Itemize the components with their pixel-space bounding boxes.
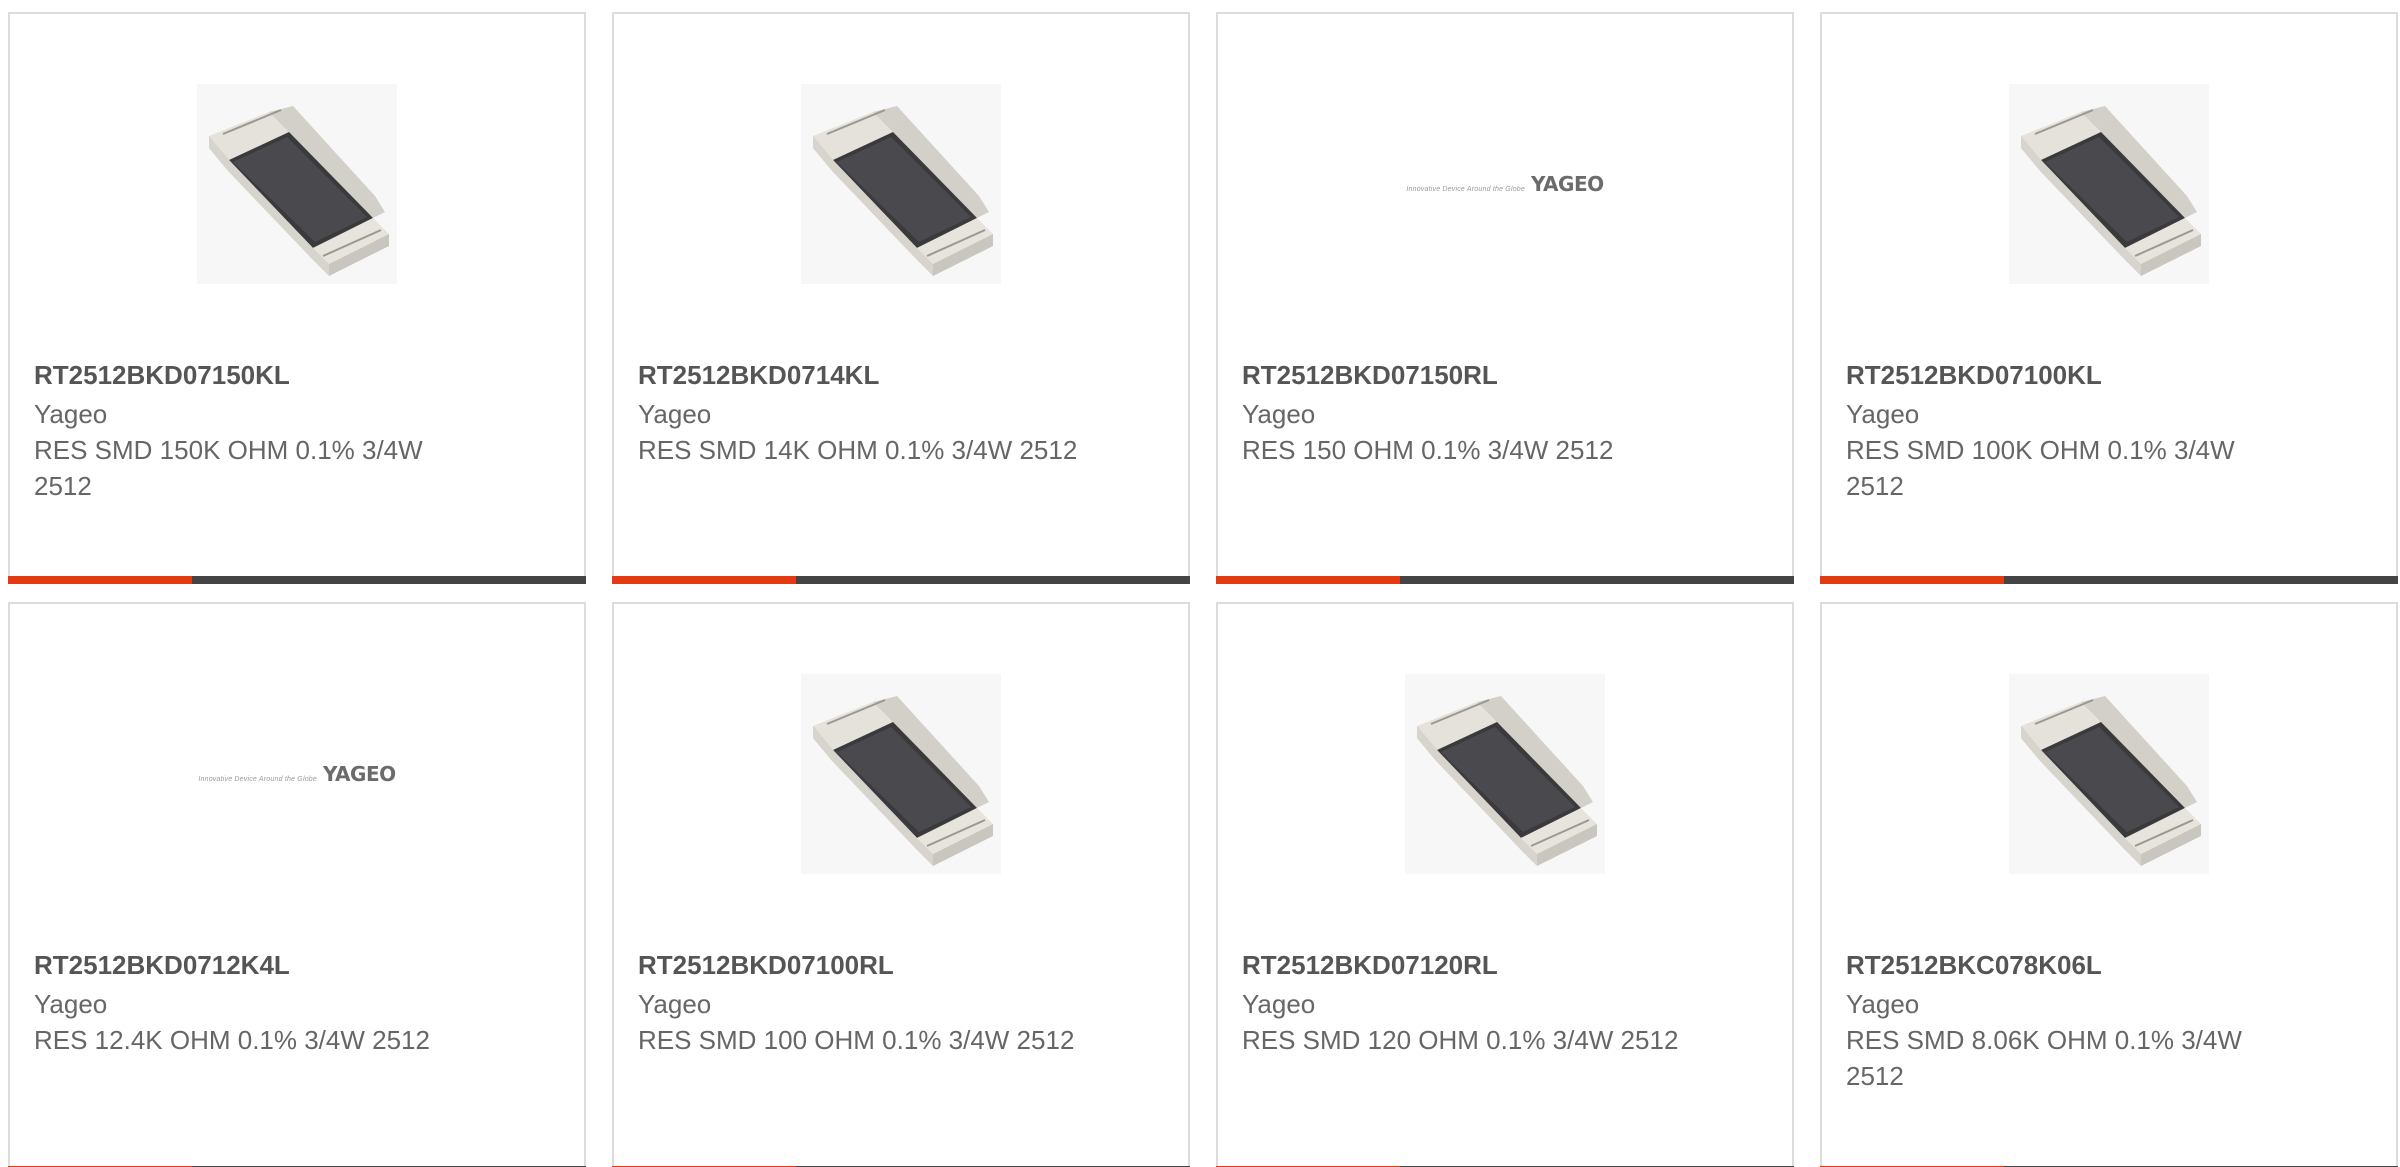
part-number: RT2512BKD0712K4L [34,950,290,980]
description: RES SMD 100 OHM 0.1% 3/4W 2512 [638,1025,1075,1055]
product-card[interactable]: RT2512BKD07150KL Yageo RES SMD 150K OHM … [8,12,586,584]
part-number: RT2512BKD07100RL [638,950,894,980]
manufacturer: Yageo [34,399,108,429]
manufacturer: Yageo [1846,989,1920,1019]
part-number: RT2512BKD0714KL [638,360,880,390]
product-card[interactable]: RT2512BKC078K06L Yageo RES SMD 8.06K OHM… [1820,602,2398,1167]
manufacturer: Yageo [638,989,712,1019]
card-bar-accent [1216,576,1400,584]
part-number: RT2512BKD07120RL [1242,950,1498,980]
product-card[interactable]: RT2512BKD07100KL Yageo RES SMD 100K OHM … [1820,12,2398,584]
product-image [1822,84,2396,284]
resistor-chip-image [1405,674,1605,874]
description: RES 150 OHM 0.1% 3/4W 2512 [1242,435,1614,465]
product-image: Innovative Device Around the Globe YAGEO [10,674,584,874]
product-card[interactable]: Innovative Device Around the Globe YAGEO… [1216,12,1794,584]
manufacturer: Yageo [1242,989,1316,1019]
manufacturer: Yageo [34,989,108,1019]
logo-tagline: Innovative Device Around the Globe [1406,186,1525,193]
product-image [614,674,1188,874]
card-bar [1820,576,2398,584]
product-card[interactable]: Innovative Device Around the Globe YAGEO… [8,602,586,1167]
resistor-chip-image [197,84,397,284]
resistor-chip-image [801,84,1001,284]
yageo-logo: Innovative Device Around the Globe YAGEO [198,762,396,786]
resistor-chip-image [2009,84,2209,284]
description: RES SMD 120 OHM 0.1% 3/4W 2512 [1242,1025,1679,1055]
part-number: RT2512BKD07150KL [34,360,290,390]
description: RES SMD 8.06K OHM 0.1% 3/4W 2512 [1846,1025,2242,1091]
product-card[interactable]: RT2512BKD07100RL Yageo RES SMD 100 OHM 0… [612,602,1190,1167]
card-bar-accent [8,576,192,584]
description: RES SMD 100K OHM 0.1% 3/4W 2512 [1846,435,2235,501]
product-image [1218,674,1792,874]
card-bar [1216,576,1794,584]
logo-brand: YAGEO [1530,172,1604,196]
product-grid: RT2512BKD07150KL Yageo RES SMD 150K OHM … [0,0,2400,1167]
card-bar [612,576,1190,584]
card-bar-accent [1820,576,2004,584]
card-bar-accent [612,576,796,584]
part-number: RT2512BKD07150RL [1242,360,1498,390]
description: RES 12.4K OHM 0.1% 3/4W 2512 [34,1025,430,1055]
product-image: Innovative Device Around the Globe YAGEO [1218,84,1792,284]
resistor-chip-image [801,674,1001,874]
part-number: RT2512BKC078K06L [1846,950,2102,980]
product-image [1822,674,2396,874]
yageo-logo: Innovative Device Around the Globe YAGEO [1406,172,1604,196]
card-bar [8,576,586,584]
product-card[interactable]: RT2512BKD07120RL Yageo RES SMD 120 OHM 0… [1216,602,1794,1167]
product-image [10,84,584,284]
part-number: RT2512BKD07100KL [1846,360,2102,390]
product-card[interactable]: RT2512BKD0714KL Yageo RES SMD 14K OHM 0.… [612,12,1190,584]
manufacturer: Yageo [638,399,712,429]
description: RES SMD 14K OHM 0.1% 3/4W 2512 [638,435,1078,465]
logo-tagline: Innovative Device Around the Globe [198,776,317,783]
description: RES SMD 150K OHM 0.1% 3/4W 2512 [34,435,423,501]
product-image [614,84,1188,284]
resistor-chip-image [2009,674,2209,874]
manufacturer: Yageo [1242,399,1316,429]
manufacturer: Yageo [1846,399,1920,429]
logo-brand: YAGEO [322,762,396,786]
